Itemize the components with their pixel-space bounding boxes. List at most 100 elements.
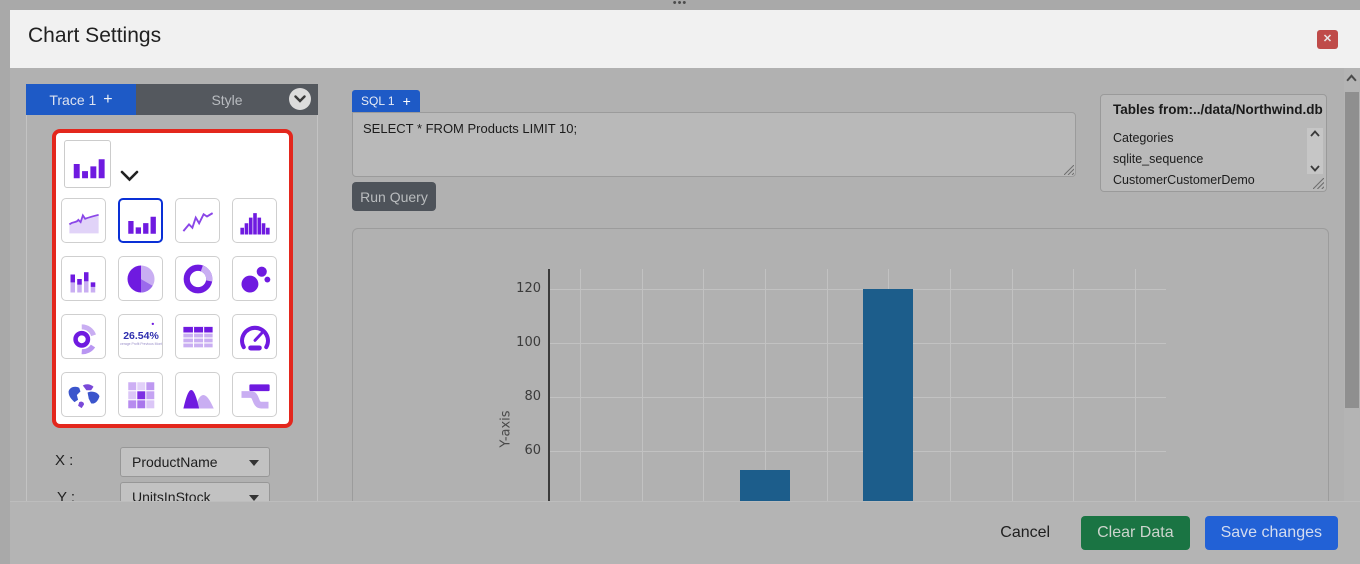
modal-header: Chart Settings ✕ [10,10,1360,68]
grouped-bar-icon [66,261,102,297]
collapse-panel-button[interactable] [289,88,311,110]
chart-type-flow[interactable] [232,372,277,417]
x-gridline [765,269,766,501]
bar-53[interactable] [740,470,790,501]
trace-tabbar: Trace 1 + Style [26,84,318,115]
chart-type-choropleth-map[interactable] [61,372,106,417]
chart-preview[interactable]: 6080100120Y-axis [352,228,1329,501]
run-query-button[interactable]: Run Query [352,182,436,211]
clear-data-button[interactable]: Clear Data [1081,516,1189,550]
chart-settings-modal: Chart Settings ✕ Trace 1 + Style [10,10,1360,564]
x-gridline [703,269,704,501]
chart-type-sunburst[interactable] [61,314,106,359]
cancel-button[interactable]: Cancel [994,516,1056,550]
bar-chart-icon [124,204,158,238]
tables-panel-title: Tables from:../data/Northwind.db [1100,94,1327,126]
modal-footer: Cancel Clear Data Save changes [10,501,1360,564]
add-trace-icon[interactable]: + [103,91,112,109]
x-gridline [1073,269,1074,501]
save-changes-button[interactable]: Save changes [1205,516,1338,550]
bar-chart-icon [69,145,107,183]
y-axis-field-label: Y : [57,489,75,501]
x-gridline [950,269,951,501]
screen: ••• Chart Settings ✕ Trace 1 + Style [0,0,1360,564]
chevron-down-icon [294,95,306,103]
bar-plot: 6080100120Y-axis [353,229,1328,501]
chart-type-pie[interactable] [118,256,163,301]
y-axis-title: Y-axis [499,410,514,447]
chart-type-bar[interactable] [118,198,163,243]
x-gridline [827,269,828,501]
chart-type-trigger[interactable] [64,140,111,188]
x-gridline [1135,269,1136,501]
indicator-caption: Average Profit Previous Month [120,341,162,345]
scroll-up-icon[interactable] [1310,130,1320,137]
drag-handle-dots-icon[interactable]: ••• [0,0,1360,7]
y-tick-label: 100 [499,335,541,350]
table-list-item[interactable]: sqlite_sequence [1113,149,1326,170]
y-tick-label: 80 [499,389,541,404]
chart-type-grouped-bar[interactable] [61,256,106,301]
table-list-item[interactable]: Categories [1113,128,1326,149]
x-gridline [642,269,643,501]
tables-list: Categoriessqlite_sequenceCustomerCustome… [1100,125,1327,192]
pie-chart-icon [123,261,159,297]
y-column-value: UnitsInStock [132,489,211,501]
bar-120[interactable] [863,289,913,501]
chart-type-histogram[interactable] [232,198,277,243]
histogram-icon [237,203,273,239]
indicator-value: 26.54% [123,329,159,341]
body-scrollbar[interactable] [1344,68,1360,501]
table-icon [180,319,216,355]
tab-style-label: Style [211,92,242,108]
x-axis-field-label: X : [55,452,73,469]
tab-style[interactable]: Style [136,84,318,115]
x-gridline [1012,269,1013,501]
chart-type-distribution[interactable] [175,372,220,417]
chart-type-line[interactable] [175,198,220,243]
chart-type-indicator[interactable]: 26.54% Average Profit Previous Month [118,314,163,359]
sql-tab-label: SQL 1 [361,94,395,108]
chevron-down-icon [120,170,139,182]
window-top-strip: ••• [0,0,1360,10]
line-chart-icon [180,203,216,239]
scroll-down-icon[interactable] [1310,165,1320,172]
resize-handle-icon[interactable] [1313,178,1324,189]
y-tick-label: 120 [499,281,541,296]
world-map-icon [65,376,103,414]
sql-tab[interactable]: SQL 1 + [352,90,420,112]
add-sql-tab-icon[interactable]: + [403,93,411,109]
bubble-chart-icon [237,261,273,297]
scroll-up-icon[interactable] [1346,74,1357,82]
x-column-dropdown[interactable]: ProductName [120,447,270,477]
table-list-item[interactable]: CustomerCustomerDemo [1113,170,1326,191]
y-axis-line [548,269,550,501]
chart-type-donut[interactable] [175,256,220,301]
modal-body: Trace 1 + Style [10,68,1360,501]
chart-type-bubble[interactable] [232,256,277,301]
sunburst-chart-icon [66,319,102,355]
resize-handle-icon[interactable] [1064,165,1074,175]
scrollbar-thumb[interactable] [1345,92,1359,408]
y-column-dropdown[interactable]: UnitsInStock [120,482,270,501]
x-column-value: ProductName [132,454,218,470]
gauge-icon [237,319,273,355]
chart-type-gauge[interactable] [232,314,277,359]
heatmap-icon [124,378,158,412]
donut-chart-icon [180,261,216,297]
dropdown-caret-icon [249,460,259,466]
chart-type-picker: 26.54% Average Profit Previous Month [52,129,293,428]
close-button[interactable]: ✕ [1317,30,1338,49]
chart-type-table[interactable] [175,314,220,359]
indicator-kpi-icon: 26.54% Average Profit Previous Month [120,316,162,358]
tab-trace-1[interactable]: Trace 1 + [26,84,136,115]
tables-scrollbar[interactable] [1307,128,1323,174]
distribution-icon [180,377,216,413]
flow-sankey-icon [237,377,273,413]
tab-trace-label: Trace 1 [49,92,96,108]
picker-expand-button[interactable] [120,169,139,187]
sql-query-input[interactable]: SELECT * FROM Products LIMIT 10; [352,112,1076,177]
chart-type-area[interactable] [61,198,106,243]
chart-type-heatmap[interactable] [118,372,163,417]
chart-type-grid: 26.54% Average Profit Previous Month [61,198,277,417]
